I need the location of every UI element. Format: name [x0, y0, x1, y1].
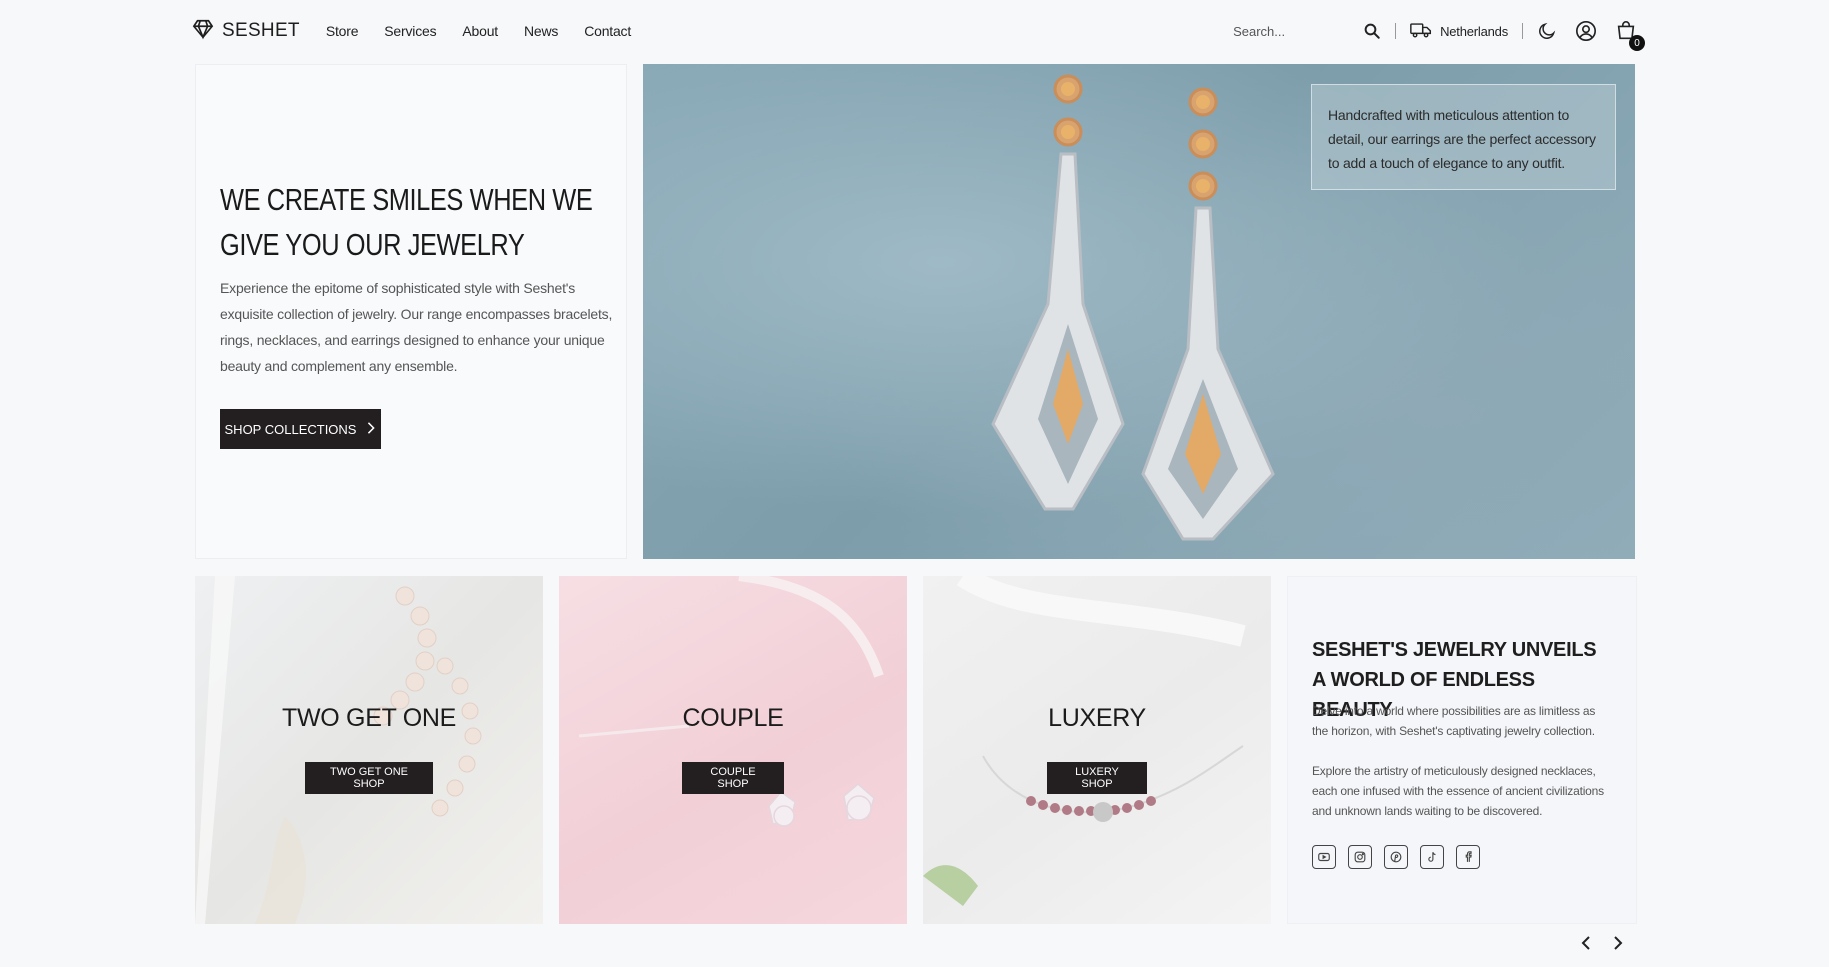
bracelet-illustration — [923, 576, 1246, 906]
chevron-right-icon[interactable] — [1612, 936, 1624, 950]
divider — [1522, 23, 1523, 39]
hero-earrings-image: Handcrafted with meticulous attention to… — [643, 64, 1635, 559]
nav-item-services[interactable]: Services — [384, 23, 436, 39]
category-card-luxery[interactable]: LUXERY LUXERY SHOP — [923, 576, 1271, 924]
nav-item-news[interactable]: News — [524, 23, 558, 39]
site-header: SESHET Store Services About News Contact… — [192, 0, 1645, 62]
category-card-two-get-one[interactable]: TWO GET ONE TWO GET ONE SHOP — [195, 576, 543, 924]
truck-icon — [1410, 21, 1432, 42]
account-icon[interactable] — [1575, 20, 1597, 42]
chevron-right-icon — [366, 421, 376, 437]
tiktok-icon[interactable] — [1420, 845, 1444, 869]
facebook-icon[interactable] — [1456, 845, 1480, 869]
dark-mode-icon[interactable] — [1537, 21, 1557, 41]
pinterest-icon[interactable] — [1384, 845, 1408, 869]
nav-item-store[interactable]: Store — [326, 23, 359, 39]
divider — [1395, 23, 1397, 39]
couple-shop-button[interactable]: COUPLE SHOP — [682, 762, 784, 794]
nav-item-contact[interactable]: Contact — [584, 23, 631, 39]
chevron-left-icon[interactable] — [1580, 936, 1592, 950]
nav-item-about[interactable]: About — [462, 23, 498, 39]
cart-count-badge: 0 — [1629, 35, 1645, 51]
shop-collections-button[interactable]: SHOP COLLECTIONS — [220, 409, 381, 449]
logo[interactable]: SESHET — [192, 18, 300, 45]
info-paragraph-2: Explore the artistry of meticulously des… — [1312, 764, 1604, 818]
header-actions: Netherlands 0 — [1233, 20, 1645, 51]
category-title: LUXERY — [1048, 704, 1146, 732]
country-selector[interactable]: Netherlands — [1410, 21, 1508, 42]
couple-earrings-illustration — [578, 576, 884, 827]
search-input[interactable] — [1233, 23, 1364, 39]
hero-quote: Handcrafted with meticulous attention to… — [1311, 84, 1616, 190]
diamond-logo-icon — [192, 18, 214, 45]
brand-name: SESHET — [222, 20, 300, 41]
youtube-icon[interactable] — [1312, 845, 1336, 869]
luxery-shop-button[interactable]: LUXERY SHOP — [1047, 762, 1147, 794]
info-paragraph-1: Delve into a world where possibilities a… — [1312, 704, 1596, 738]
hero-text-card: WE CREATE SMILES WHEN WE GIVE YOU OUR JE… — [195, 64, 627, 559]
shop-collections-label: SHOP COLLECTIONS — [224, 421, 357, 437]
category-title: COUPLE — [682, 704, 784, 732]
hero-description: Experience the epitome of sophisticated … — [220, 280, 613, 374]
instagram-icon[interactable] — [1348, 845, 1372, 869]
slider-navigation — [1580, 936, 1624, 950]
hero-title: WE CREATE SMILES WHEN WE GIVE YOU OUR JE… — [220, 182, 593, 262]
country-label: Netherlands — [1440, 23, 1508, 39]
cart-icon[interactable]: 0 — [1615, 20, 1645, 51]
category-card-couple[interactable]: COUPLE COUPLE SHOP — [559, 576, 907, 924]
social-links — [1312, 845, 1480, 869]
main-nav: Store Services About News Contact — [326, 23, 631, 39]
search-icon[interactable] — [1363, 22, 1381, 40]
category-title: TWO GET ONE — [281, 704, 457, 732]
two-get-one-shop-button[interactable]: TWO GET ONE SHOP — [305, 762, 433, 794]
pearls-illustration — [195, 576, 482, 924]
info-card: SESHET'S JEWELRY UNVEILS A WORLD OF ENDL… — [1287, 576, 1637, 924]
